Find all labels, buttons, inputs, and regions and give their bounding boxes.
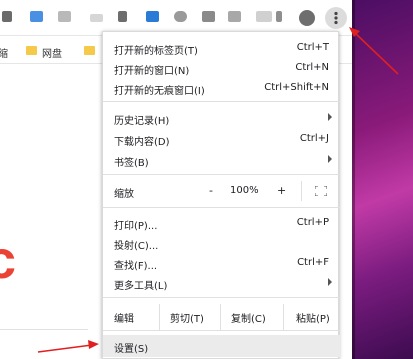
menu-item-edit: 编辑 剪切(T) 复制(C) 粘贴(P) xyxy=(103,304,340,330)
menu-item-label: 下载内容(D) xyxy=(114,137,170,148)
extension-icon[interactable] xyxy=(174,11,187,22)
divider xyxy=(0,329,88,330)
folder-icon xyxy=(26,46,37,55)
extension-icon[interactable] xyxy=(30,11,43,22)
menu-item-shortcut: Ctrl+J xyxy=(299,133,329,144)
extension-icon[interactable] xyxy=(58,11,71,22)
menu-separator xyxy=(103,174,340,175)
bookmark-item[interactable]: 网盘 xyxy=(42,45,62,60)
extension-icon[interactable] xyxy=(90,14,103,22)
zoom-divider xyxy=(301,181,302,201)
fullscreen-icon[interactable] xyxy=(315,186,327,196)
extension-icon[interactable] xyxy=(276,11,282,22)
edit-divider xyxy=(159,304,160,330)
menu-item-label: 打开新的无痕窗口(I) xyxy=(114,86,205,97)
extension-icon[interactable] xyxy=(2,11,12,22)
menu-item-label: 历史记录(H) xyxy=(114,116,170,127)
menu-item-shortcut: Ctrl+F xyxy=(297,257,329,268)
paste-button[interactable]: 粘贴(P) xyxy=(296,310,330,325)
menu-item-shortcut: Ctrl+N xyxy=(295,62,329,73)
chrome-main-menu: 打开新的标签页(T) Ctrl+T 打开新的窗口(N) Ctrl+N 打开新的无… xyxy=(102,31,340,359)
menu-item-print[interactable]: 打印(P)... Ctrl+P xyxy=(103,213,340,233)
folder-icon xyxy=(84,46,95,55)
extension-icon[interactable] xyxy=(202,11,215,22)
bookmark-item[interactable]: 缩 xyxy=(0,45,8,60)
menu-item-new-window[interactable]: 打开新的窗口(N) Ctrl+N xyxy=(103,58,340,78)
extension-icon[interactable] xyxy=(146,11,159,22)
edit-divider xyxy=(220,304,221,330)
menu-item-settings[interactable]: 设置(S) xyxy=(103,335,340,357)
menu-item-new-incognito[interactable]: 打开新的无痕窗口(I) Ctrl+Shift+N xyxy=(103,78,340,98)
menu-separator xyxy=(103,207,340,208)
edit-label: 编辑 xyxy=(114,314,134,325)
menu-separator xyxy=(103,297,340,298)
zoom-level: 100% xyxy=(230,185,259,196)
more-menu-button[interactable] xyxy=(325,7,347,29)
edit-divider xyxy=(283,304,284,330)
zoom-in-button[interactable]: + xyxy=(277,184,286,197)
profile-avatar[interactable] xyxy=(299,10,315,26)
menu-item-shortcut: Ctrl+Shift+N xyxy=(264,82,329,93)
menu-item-new-tab[interactable]: 打开新的标签页(T) Ctrl+T xyxy=(103,38,340,58)
menu-separator xyxy=(103,101,340,102)
menu-item-label: 查找(F)... xyxy=(114,261,158,272)
menu-item-label: 打开新的窗口(N) xyxy=(114,66,190,77)
menu-item-history[interactable]: 历史记录(H) xyxy=(103,108,340,128)
copy-button[interactable]: 复制(C) xyxy=(231,310,266,325)
menu-item-zoom: 缩放 - 100% + xyxy=(103,181,340,201)
submenu-arrow-icon xyxy=(328,278,332,286)
menu-item-shortcut: Ctrl+T xyxy=(296,42,329,53)
menu-item-label: 打印(P)... xyxy=(114,221,158,232)
menu-item-bookmarks[interactable]: 书签(B) xyxy=(103,150,340,170)
zoom-out-button[interactable]: - xyxy=(209,184,213,197)
menu-separator xyxy=(103,330,340,331)
menu-item-downloads[interactable]: 下载内容(D) Ctrl+J xyxy=(103,129,340,149)
menu-item-find[interactable]: 查找(F)... Ctrl+F xyxy=(103,253,340,273)
submenu-arrow-icon xyxy=(328,155,332,163)
page-logo-fragment: c xyxy=(0,230,17,290)
extension-icon[interactable] xyxy=(228,11,241,22)
menu-item-label: 设置(S) xyxy=(114,344,149,355)
menu-item-label: 更多工具(L) xyxy=(114,281,168,292)
menu-item-shortcut: Ctrl+P xyxy=(296,217,329,228)
more-vert-icon xyxy=(334,11,338,25)
menu-item-label: 打开新的标签页(T) xyxy=(114,46,198,57)
submenu-arrow-icon xyxy=(328,113,332,121)
menu-item-cast[interactable]: 投射(C)... xyxy=(103,233,340,253)
zoom-label: 缩放 xyxy=(114,189,134,200)
extension-icon[interactable] xyxy=(118,11,127,22)
extension-icon[interactable] xyxy=(256,11,272,22)
menu-item-label: 书签(B) xyxy=(114,158,149,169)
menu-item-more-tools[interactable]: 更多工具(L) xyxy=(103,273,340,293)
desktop-wallpaper xyxy=(352,0,413,359)
cut-button[interactable]: 剪切(T) xyxy=(170,310,204,325)
menu-item-label: 投射(C)... xyxy=(114,241,159,252)
